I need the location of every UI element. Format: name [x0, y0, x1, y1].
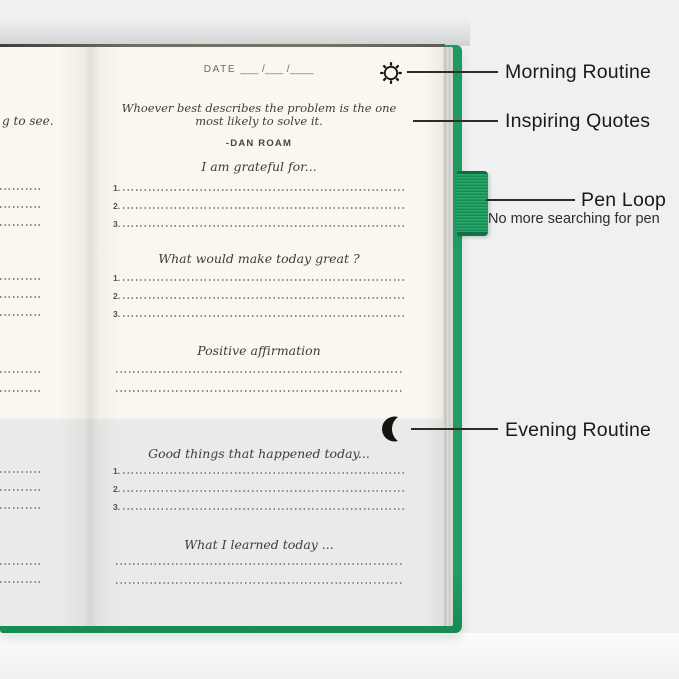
dotted-entry-line [123, 279, 405, 281]
dotted-entry-line [123, 225, 405, 227]
good-things-rows: 1. 2. 3. [113, 457, 405, 511]
left-page-dotted-line [0, 371, 43, 373]
quote-author: -DAN ROAM [113, 138, 405, 149]
dotted-entry-line [123, 490, 405, 492]
dotted-entry-line [123, 207, 405, 209]
numbered-entry-row: 3. [113, 493, 405, 511]
numbered-entry-row: 2. [113, 282, 405, 300]
book-top-shadow [0, 18, 470, 46]
product-feature-image: g to see. DATE ___ /___ /____ Whoeve [0, 0, 679, 679]
pen-loop [457, 171, 488, 236]
left-page-dotted-line [0, 471, 43, 473]
dotted-entry-line [123, 315, 405, 317]
affirmation-lines [113, 371, 405, 409]
row-number: 2. [113, 485, 123, 494]
pen-loop-leader-line [486, 199, 575, 201]
dotted-entry-line [116, 563, 402, 565]
pen-loop-subtitle: No more searching for pen [488, 211, 660, 227]
date-label: DATE [204, 64, 236, 75]
dotted-entry-line [123, 189, 405, 191]
dotted-entry-line [123, 472, 405, 474]
row-number: 1. [113, 274, 123, 283]
section-title-learned: What I learned today ... [113, 537, 405, 552]
left-page-dotted-line [0, 507, 43, 509]
inspiring-quote: Whoever best describes the problem is th… [113, 102, 405, 128]
evening-routine-label: Evening Routine [505, 419, 651, 442]
dotted-entry-line [116, 582, 402, 584]
date-field: DATE ___ /___ /____ [113, 64, 405, 75]
notebook: g to see. DATE ___ /___ /____ Whoeve [0, 45, 462, 633]
right-page: DATE ___ /___ /____ Whoever best describ… [113, 45, 405, 626]
evening-routine-leader-line [411, 428, 498, 430]
row-number: 3. [113, 503, 123, 512]
left-page-dotted-line [0, 581, 43, 583]
learned-lines [113, 563, 405, 601]
morning-routine-leader-line [407, 71, 498, 73]
section-title-affirmation: Positive affirmation [113, 343, 405, 358]
inspiring-quotes-leader-line [413, 120, 498, 122]
numbered-entry-row: 2. [113, 192, 405, 210]
row-number: 2. [113, 292, 123, 301]
page-top-edge [0, 44, 445, 47]
left-page-dotted-line [0, 296, 43, 298]
left-page-dotted-line [0, 224, 43, 226]
dotted-entry-line [116, 390, 402, 392]
morning-routine-label: Morning Routine [505, 61, 651, 84]
numbered-entry-row: 2. [113, 475, 405, 493]
quote-line-2: most likely to solve it. [113, 115, 405, 128]
left-page-dotted-line [0, 206, 43, 208]
page-right-shade [423, 45, 443, 626]
background-bottom-light [0, 633, 679, 679]
sun-icon [379, 61, 403, 85]
date-blanks: ___ /___ /____ [240, 64, 314, 75]
left-page-dotted-line [0, 188, 43, 190]
dotted-entry-line [116, 371, 402, 373]
inspiring-quotes-label: Inspiring Quotes [505, 110, 650, 133]
left-page-dotted-line [0, 278, 43, 280]
numbered-entry-row: 3. [113, 300, 405, 318]
left-page-dotted-line [0, 314, 43, 316]
left-page-dotted-line [0, 390, 43, 392]
today-great-rows: 1. 2. 3. [113, 264, 405, 318]
section-title-grateful: I am grateful for... [113, 159, 405, 174]
row-number: 1. [113, 184, 123, 193]
dotted-entry-line [123, 508, 405, 510]
moon-icon [381, 416, 399, 442]
numbered-entry-row: 3. [113, 210, 405, 228]
left-page-dotted-line [0, 489, 43, 491]
row-number: 1. [113, 467, 123, 476]
left-page-dotted-line [0, 563, 43, 565]
grateful-rows: 1. 2. 3. [113, 174, 405, 228]
left-page-fragment-text: g to see. [2, 114, 54, 128]
row-number: 3. [113, 310, 123, 319]
numbered-entry-row: 1. [113, 264, 405, 282]
row-number: 3. [113, 220, 123, 229]
open-pages: g to see. DATE ___ /___ /____ Whoeve [0, 45, 443, 626]
dotted-entry-line [123, 297, 405, 299]
numbered-entry-row: 1. [113, 174, 405, 192]
numbered-entry-row: 1. [113, 457, 405, 475]
pen-loop-label: Pen Loop [581, 189, 666, 212]
row-number: 2. [113, 202, 123, 211]
